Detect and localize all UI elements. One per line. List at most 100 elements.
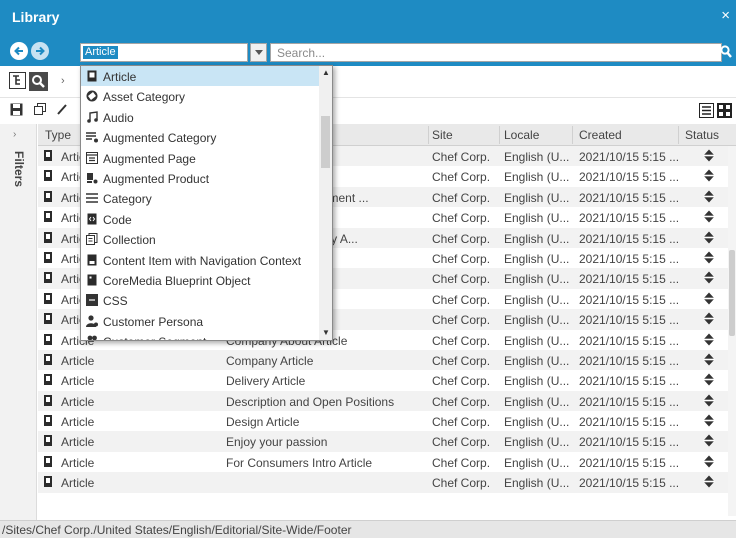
search-mode-button[interactable] (29, 72, 48, 91)
chevron-right-icon[interactable]: › (13, 129, 16, 140)
dropdown-option[interactable]: Category (81, 188, 319, 208)
dropdown-option-label: Code (103, 212, 132, 227)
column-header-created[interactable]: Created (579, 128, 622, 142)
dropdown-option-label: Article (103, 70, 137, 84)
approval-status-icon (703, 271, 715, 287)
dropdown-option[interactable]: Augmented Product (81, 168, 319, 188)
filters-panel[interactable]: › Filters (0, 124, 37, 520)
content-type-combo[interactable]: Article (80, 43, 248, 62)
cell-type: Article (61, 353, 95, 368)
cell-created: 2021/10/15 5:15 ... (579, 353, 680, 368)
cell-created: 2021/10/15 5:15 ... (579, 313, 680, 328)
tree-view-button[interactable] (9, 72, 26, 89)
article-icon (44, 251, 52, 263)
scroll-up-icon[interactable]: ▲ (322, 68, 330, 77)
cell-locale: English (U... (504, 150, 570, 164)
cell-created: 2021/10/15 5:15 ... (579, 292, 680, 307)
content-type-list: Article Asset Category Audio Augmented Cate… (81, 66, 319, 340)
content-type-dropdown-trigger[interactable] (250, 43, 267, 62)
column-header-locale[interactable]: Locale (504, 128, 539, 142)
chevron-down-icon (254, 50, 263, 55)
table-row[interactable]: Article Design Article Chef Corp. English (… (38, 411, 728, 431)
table-row[interactable]: Article Description and Open Positions Che… (38, 390, 728, 412)
dropdown-option[interactable]: CSS (81, 290, 319, 310)
article-icon (44, 455, 52, 467)
article-icon (44, 476, 52, 488)
dropdown-option[interactable]: Content Item with Navigation Context (81, 250, 319, 270)
scroll-down-icon[interactable]: ▼ (322, 328, 330, 337)
column-divider (428, 126, 429, 144)
cell-name: For Consumers Intro Article (226, 455, 373, 470)
article-icon (44, 374, 52, 386)
status-bar: /Sites/Chef Corp./United States/English/… (0, 520, 736, 538)
dropdown-option-label: Collection (103, 233, 156, 248)
approval-status-icon (703, 210, 715, 226)
scrollbar-thumb[interactable] (729, 250, 735, 336)
css-icon (85, 293, 99, 307)
dropdown-option[interactable]: Customer Segment (81, 331, 319, 340)
approval-status-icon (703, 190, 715, 206)
audio-icon (85, 110, 99, 124)
table-row[interactable]: Article Enjoy your passion Chef Corp. Engli… (38, 431, 728, 452)
cell-locale: English (U... (504, 455, 570, 470)
article-icon (44, 394, 52, 406)
dropdown-option[interactable]: Audio (81, 107, 319, 127)
column-header-status[interactable]: Status (685, 128, 719, 142)
dropdown-option[interactable]: Collection (81, 229, 319, 249)
dropdown-option-label: Category (103, 192, 152, 207)
article-icon (44, 211, 52, 223)
table-row[interactable]: Article Chef Corp. English (U... 2021/10/15… (38, 472, 728, 493)
search-button[interactable] (720, 45, 732, 59)
dropdown-option[interactable]: Code (81, 209, 319, 229)
dropdown-scrollbar-thumb[interactable] (321, 116, 330, 168)
code-icon (85, 212, 99, 226)
cell-created: 2021/10/15 5:15 ... (579, 150, 680, 164)
dropdown-option[interactable]: Augmented Page (81, 148, 319, 168)
folder-path: /Sites/Chef Corp./United States/English/… (2, 523, 352, 537)
table-row[interactable]: Article Company Article Chef Corp. English … (38, 349, 728, 371)
grid-scrollbar[interactable] (728, 146, 736, 516)
edit-button[interactable] (56, 102, 68, 119)
title-bar: Library × (0, 0, 736, 36)
cell-locale: English (U... (504, 333, 570, 348)
close-icon[interactable]: × (721, 8, 730, 23)
approval-status-icon (703, 414, 715, 430)
cell-site: Chef Corp. (432, 435, 491, 450)
cell-name: Enjoy your passion (226, 435, 328, 450)
table-row[interactable]: Article For Consumers Intro Article Chef C… (38, 452, 728, 472)
forward-button[interactable] (31, 42, 49, 60)
dropdown-scrollbar[interactable]: ▲ ▼ (319, 66, 332, 340)
back-button[interactable] (10, 42, 28, 60)
pencil-icon (57, 104, 67, 115)
dropdown-option[interactable]: CoreMedia Blueprint Object (81, 270, 319, 290)
article-icon (44, 150, 52, 161)
approval-status-icon (703, 149, 715, 165)
dropdown-option-label: Customer Persona (103, 314, 204, 329)
search-icon (720, 45, 732, 58)
table-row[interactable]: Article Delivery Article Chef Corp. English… (38, 370, 728, 390)
cell-name: Description and Open Positions (226, 394, 395, 409)
cell-type: Article (61, 374, 95, 389)
article-icon (44, 333, 52, 345)
dropdown-option[interactable]: Augmented Category (81, 127, 319, 147)
copy-icon (34, 103, 46, 115)
dropdown-option[interactable]: Asset Category (81, 86, 319, 106)
save-button[interactable] (10, 103, 23, 119)
cell-site: Chef Corp. (432, 374, 491, 389)
cell-site: Chef Corp. (432, 231, 491, 246)
copy-button[interactable] (34, 103, 47, 119)
dropdown-option[interactable]: Customer Persona (81, 311, 319, 331)
search-input[interactable]: Search... (270, 43, 722, 62)
approval-status-icon (703, 373, 715, 389)
list-view-icon (699, 103, 714, 118)
column-header-site[interactable]: Site (432, 128, 453, 142)
dropdown-option[interactable]: Article (81, 66, 319, 87)
cell-locale: English (U... (504, 394, 570, 409)
column-header-type[interactable]: Type (45, 128, 71, 142)
cell-created: 2021/10/15 5:15 ... (579, 415, 680, 430)
thumbnail-view-button[interactable] (717, 103, 732, 121)
asset-category-icon (85, 89, 99, 103)
cell-locale: English (U... (504, 353, 570, 368)
approval-status-icon (703, 312, 715, 328)
list-view-button[interactable] (699, 103, 714, 121)
